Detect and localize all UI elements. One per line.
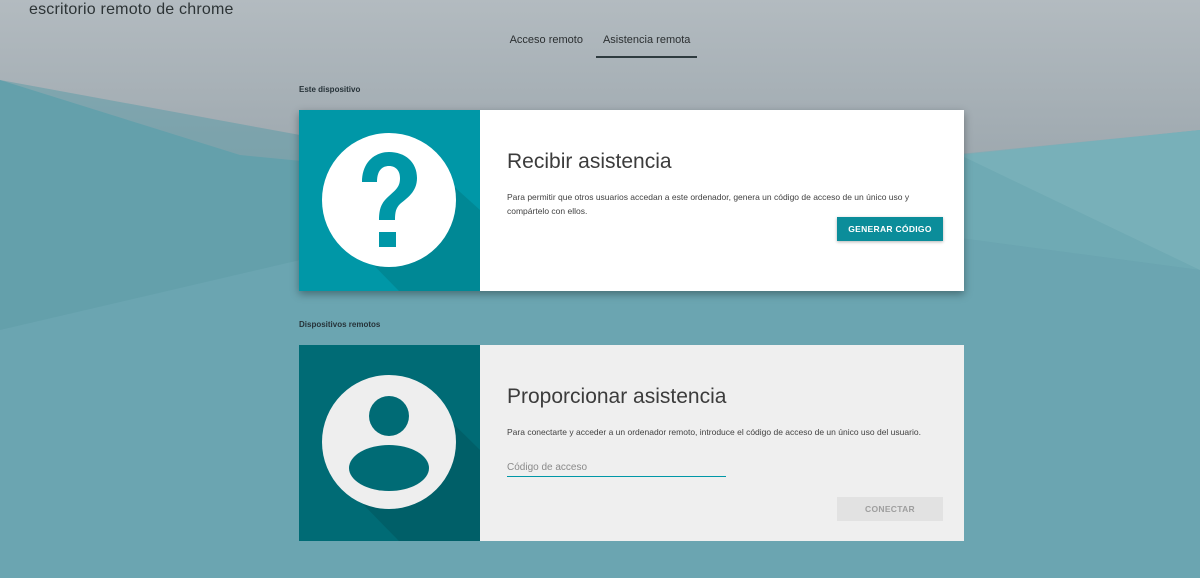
card-title-provide: Proporcionar asistencia	[507, 385, 727, 408]
tab-remote-assistance[interactable]: Asistencia remota	[595, 34, 698, 58]
section-label-remote-devices: Dispositivos remotos	[299, 320, 381, 329]
receive-assistance-card: Recibir asistencia Para permitir que otr…	[299, 110, 964, 291]
app-title: escritorio remoto de chrome	[29, 1, 234, 18]
card-description-provide: Para conectarte y acceder a un ordenador…	[507, 427, 921, 437]
access-code-input[interactable]	[507, 459, 726, 477]
tab-remote-access[interactable]: Acceso remoto	[503, 34, 590, 58]
question-mark-icon	[299, 110, 480, 291]
provide-assistance-card: Proporcionar asistencia Para conectarte …	[299, 345, 964, 541]
receive-assistance-body: Recibir asistencia Para permitir que otr…	[480, 110, 964, 291]
connect-button[interactable]: CONECTAR	[837, 497, 943, 521]
generate-code-button[interactable]: GENERAR CÓDIGO	[837, 217, 943, 241]
card-title-receive: Recibir asistencia	[507, 150, 672, 173]
section-label-this-device: Este dispositivo	[299, 85, 361, 94]
provide-assistance-body: Proporcionar asistencia Para conectarte …	[480, 345, 964, 541]
person-icon	[299, 345, 480, 541]
card-description-receive: Para permitir que otros usuarios accedan…	[507, 192, 910, 216]
tab-bar: Acceso remoto Asistencia remota	[0, 34, 1200, 58]
